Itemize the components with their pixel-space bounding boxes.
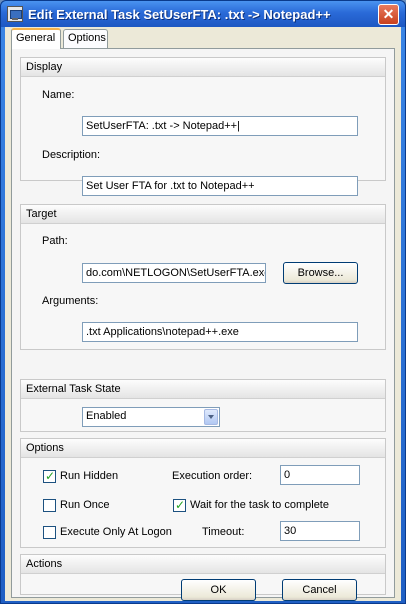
run-hidden-label[interactable]: Run Hidden: [60, 470, 118, 482]
run-once-checkbox[interactable]: [43, 499, 56, 512]
path-label: Path:: [42, 235, 68, 247]
task-state-value: Enabled: [86, 410, 127, 422]
timeout-label: Timeout:: [202, 526, 245, 538]
arguments-label: Arguments:: [42, 295, 99, 307]
actions-section: Actions OK Cancel: [20, 554, 386, 601]
computer-icon: [7, 6, 23, 22]
wait-complete-label[interactable]: Wait for the task to complete: [190, 499, 329, 511]
title-bar[interactable]: Edit External Task SetUserFTA: .txt -> N…: [1, 1, 405, 27]
cancel-button[interactable]: Cancel: [282, 579, 357, 601]
target-section: Target Path: do.com\NETLOGON\SetUserFTA.…: [20, 204, 386, 350]
browse-button[interactable]: Browse...: [283, 262, 358, 284]
tab-general[interactable]: General: [11, 28, 61, 49]
path-input[interactable]: do.com\NETLOGON\SetUserFTA.exe: [82, 263, 266, 283]
dialog-client: General Options Display Name: SetUserFTA…: [5, 27, 401, 601]
arguments-input[interactable]: .txt Applications\notepad++.exe: [82, 322, 358, 342]
display-header: Display: [21, 58, 385, 77]
tab-options[interactable]: Options: [63, 29, 108, 48]
display-section: Display Name: SetUserFTA: .txt -> Notepa…: [20, 57, 386, 196]
name-label: Name:: [42, 89, 75, 101]
logon-only-checkbox[interactable]: [43, 526, 56, 539]
state-header: External Task State: [21, 380, 385, 399]
state-section: External Task State Enabled: [20, 379, 386, 432]
general-tab-panel: Display Name: SetUserFTA: .txt -> Notepa…: [11, 48, 395, 601]
actions-header: Actions: [21, 555, 385, 574]
name-input[interactable]: SetUserFTA: .txt -> Notepad++|: [82, 116, 358, 136]
ok-button[interactable]: OK: [181, 579, 256, 601]
run-hidden-checkbox[interactable]: [43, 469, 56, 483]
description-label: Description:: [42, 149, 101, 161]
close-button[interactable]: ✕: [378, 4, 399, 25]
options-header: Options: [21, 439, 385, 458]
execution-order-input[interactable]: 0: [280, 465, 360, 485]
chevron-down-icon[interactable]: [204, 409, 218, 425]
timeout-input[interactable]: 30: [280, 521, 360, 541]
description-input[interactable]: Set User FTA for .txt to Notepad++: [82, 176, 358, 196]
wait-complete-checkbox[interactable]: [173, 498, 186, 512]
dialog-window: Edit External Task SetUserFTA: .txt -> N…: [0, 0, 406, 604]
options-section: Options Run Hidden Execution order: 0 Ru…: [20, 438, 386, 548]
execution-order-label: Execution order:: [172, 470, 253, 482]
task-state-dropdown[interactable]: Enabled: [82, 407, 220, 427]
target-header: Target: [21, 205, 385, 224]
window-title: Edit External Task SetUserFTA: .txt -> N…: [28, 7, 331, 22]
logon-only-label[interactable]: Execute Only At Logon: [60, 526, 172, 538]
run-once-label[interactable]: Run Once: [60, 499, 110, 511]
